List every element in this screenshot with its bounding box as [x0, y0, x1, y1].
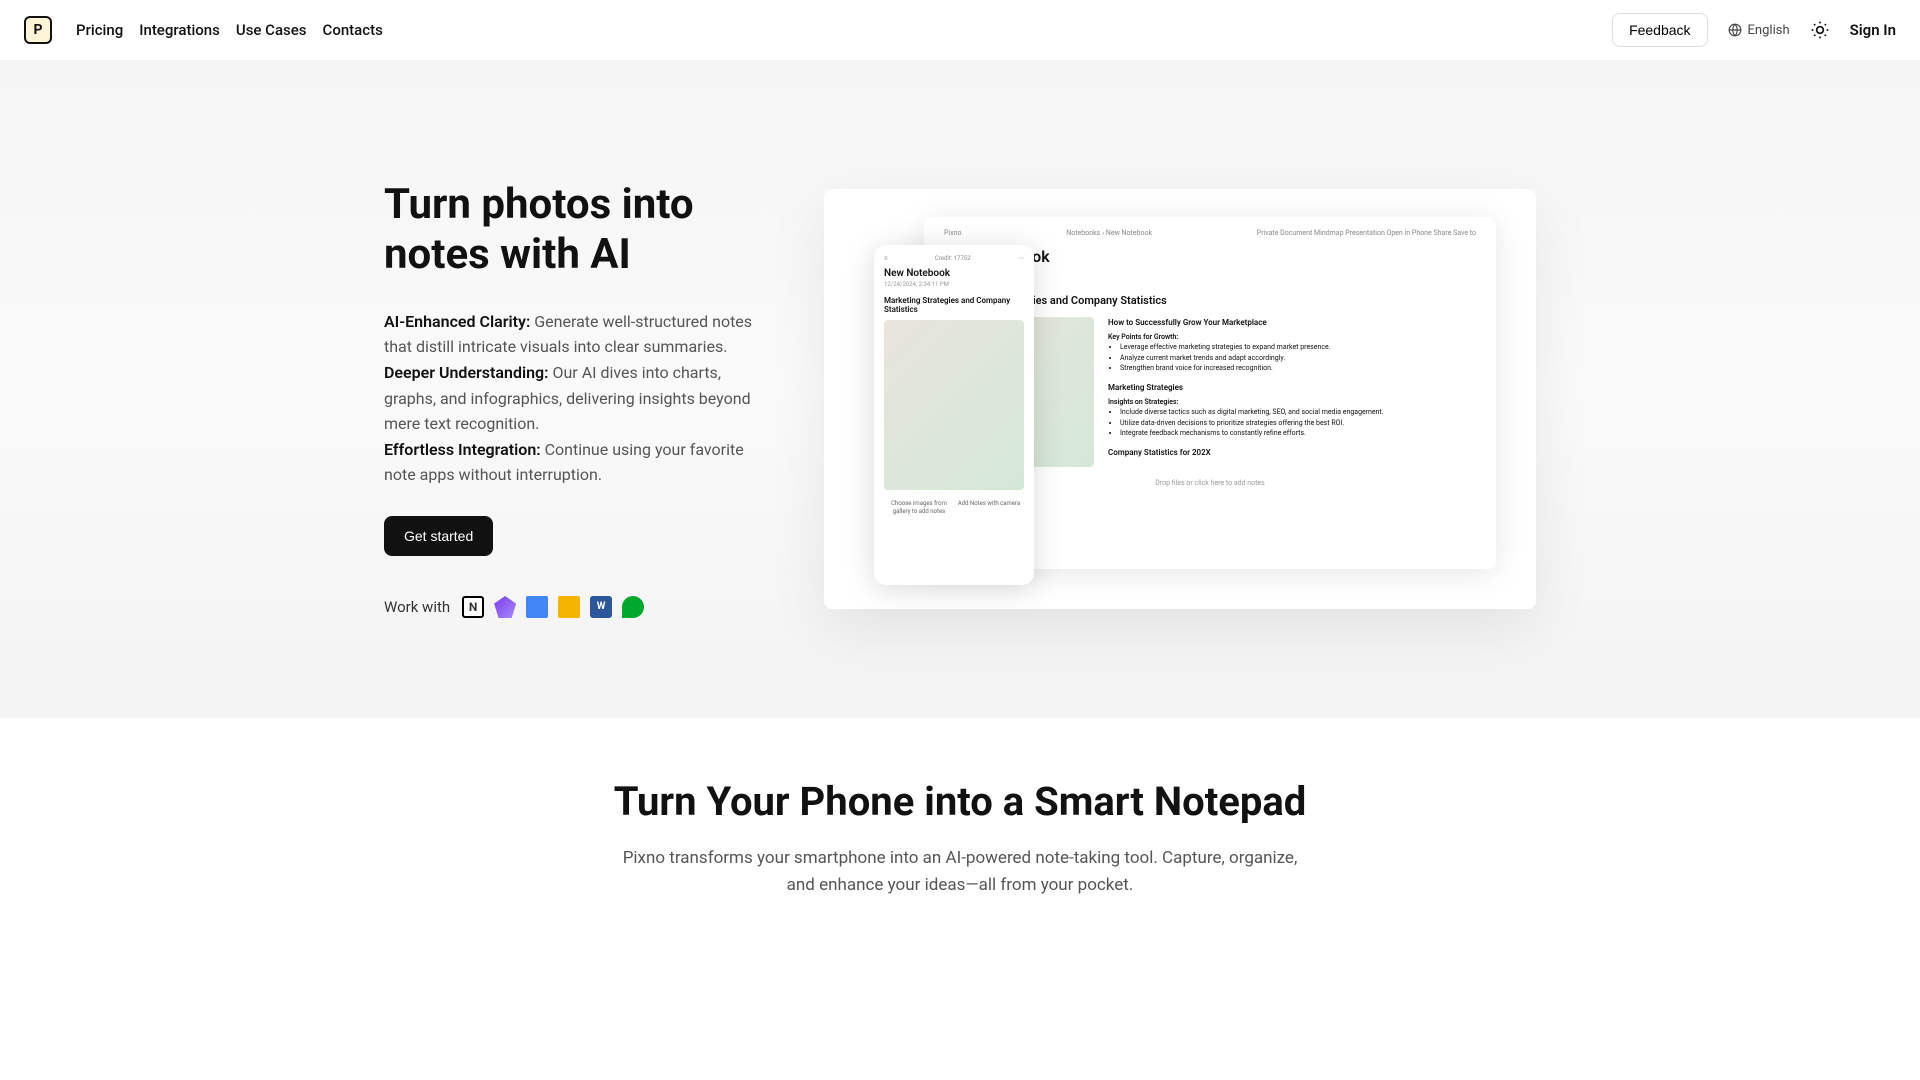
nav-link-usecases[interactable]: Use Cases — [236, 21, 307, 39]
phone-action-camera: Add Notes with camera — [954, 500, 1024, 516]
navbar: P Pricing Integrations Use Cases Contact… — [0, 0, 1920, 60]
hero-title: Turn photos into notes with AI — [384, 180, 764, 281]
mockup-breadcrumb-path: Notebooks › New Notebook — [1066, 229, 1152, 237]
notion-icon: N — [462, 596, 484, 618]
evernote-icon — [622, 596, 644, 618]
nav-link-integrations[interactable]: Integrations — [139, 21, 220, 39]
work-with-label: Work with — [384, 598, 450, 616]
mockup-breadcrumb-app: Pixno — [944, 229, 961, 237]
mockup-topbar: Pixno Notebooks › New Notebook Private D… — [944, 229, 1476, 237]
nav-links: Pricing Integrations Use Cases Contacts — [76, 21, 383, 39]
mockup-section2-sub: Insights on Strategies: — [1108, 397, 1476, 408]
list-item: Utilize data-driven decisions to priorit… — [1120, 418, 1476, 429]
mockup-section1-title: How to Successfully Grow Your Marketplac… — [1108, 317, 1476, 329]
feature-3-label: Effortless Integration: — [384, 440, 541, 459]
phone-date: 12/24/2024, 2:34:11 PM — [884, 281, 1024, 288]
obsidian-icon — [494, 596, 516, 618]
list-item: Leverage effective marketing strategies … — [1120, 342, 1476, 353]
mockup-phone: ≡ Credit: 17752 ⋯ New Notebook 12/24/202… — [874, 245, 1034, 585]
phone-action-gallery: Choose images from gallery to add notes — [884, 500, 954, 516]
nav-left: P Pricing Integrations Use Cases Contact… — [24, 16, 383, 44]
list-item: Strengthen brand voice for increased rec… — [1120, 363, 1476, 374]
section2-description: Pixno transforms your smartphone into an… — [620, 845, 1300, 899]
phone-actions: Choose images from gallery to add notes … — [884, 500, 1024, 516]
phone-topbar: ≡ Credit: 17752 ⋯ — [884, 255, 1024, 262]
mockup-section2-title: Marketing Strategies — [1108, 382, 1476, 394]
mockup-toolbar-right: Private Document Mindmap Presentation Op… — [1257, 229, 1476, 237]
hero-text: Turn photos into notes with AI AI-Enhanc… — [384, 180, 764, 618]
nav-link-contacts[interactable]: Contacts — [323, 21, 383, 39]
globe-icon — [1728, 23, 1742, 37]
word-icon: W — [590, 596, 612, 618]
section-smart-notepad: Turn Your Phone into a Smart Notepad Pix… — [0, 718, 1920, 959]
logo[interactable]: P — [24, 16, 52, 44]
phone-title: New Notebook — [884, 268, 1024, 279]
gdocs-icon — [526, 596, 548, 618]
hero-mockup: Pixno Notebooks › New Notebook Private D… — [824, 189, 1536, 609]
get-started-button[interactable]: Get started — [384, 516, 493, 556]
hero-inner: Turn photos into notes with AI AI-Enhanc… — [360, 180, 1560, 618]
app-icons: N W — [462, 596, 644, 618]
work-with-row: Work with N W — [384, 596, 764, 618]
language-label: English — [1748, 23, 1790, 38]
feedback-button[interactable]: Feedback — [1612, 13, 1707, 47]
phone-photo — [884, 320, 1024, 490]
phone-heading: Marketing Strategies and Company Statist… — [884, 296, 1024, 314]
phone-credit: Credit: 17752 — [935, 255, 971, 262]
list-item: Integrate feedback mechanisms to constan… — [1120, 428, 1476, 439]
mockup-section3-title: Company Statistics for 202X — [1108, 447, 1476, 459]
feature-1-label: AI-Enhanced Clarity: — [384, 312, 530, 331]
hero-section: Turn photos into notes with AI AI-Enhanc… — [0, 60, 1920, 718]
mockup-notes: How to Successfully Grow Your Marketplac… — [1108, 317, 1476, 467]
hero-description: AI-Enhanced Clarity: Generate well-struc… — [384, 309, 764, 488]
theme-toggle[interactable] — [1810, 20, 1830, 40]
mockup-section1-sub: Key Points for Growth: — [1108, 332, 1476, 343]
signin-link[interactable]: Sign In — [1850, 21, 1896, 39]
gslides-icon — [558, 596, 580, 618]
sun-icon — [1810, 20, 1830, 40]
nav-right: Feedback English Sign In — [1612, 13, 1896, 47]
list-item: Analyze current market trends and adapt … — [1120, 353, 1476, 364]
language-selector[interactable]: English — [1728, 23, 1790, 38]
nav-link-pricing[interactable]: Pricing — [76, 21, 123, 39]
list-item: Include diverse tactics such as digital … — [1120, 407, 1476, 418]
section2-title: Turn Your Phone into a Smart Notepad — [24, 778, 1896, 825]
feature-2-label: Deeper Understanding: — [384, 363, 549, 382]
